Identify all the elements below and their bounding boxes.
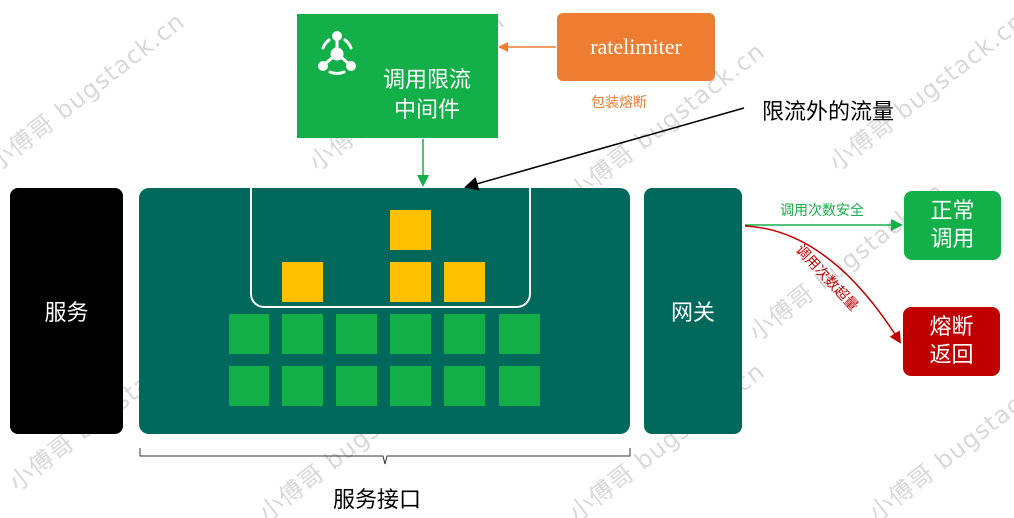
connector-layer [139, 42, 903, 465]
interface-brace [139, 448, 631, 465]
exceed-call-arrow [744, 225, 902, 344]
outer-traffic-arrow [464, 107, 745, 191]
